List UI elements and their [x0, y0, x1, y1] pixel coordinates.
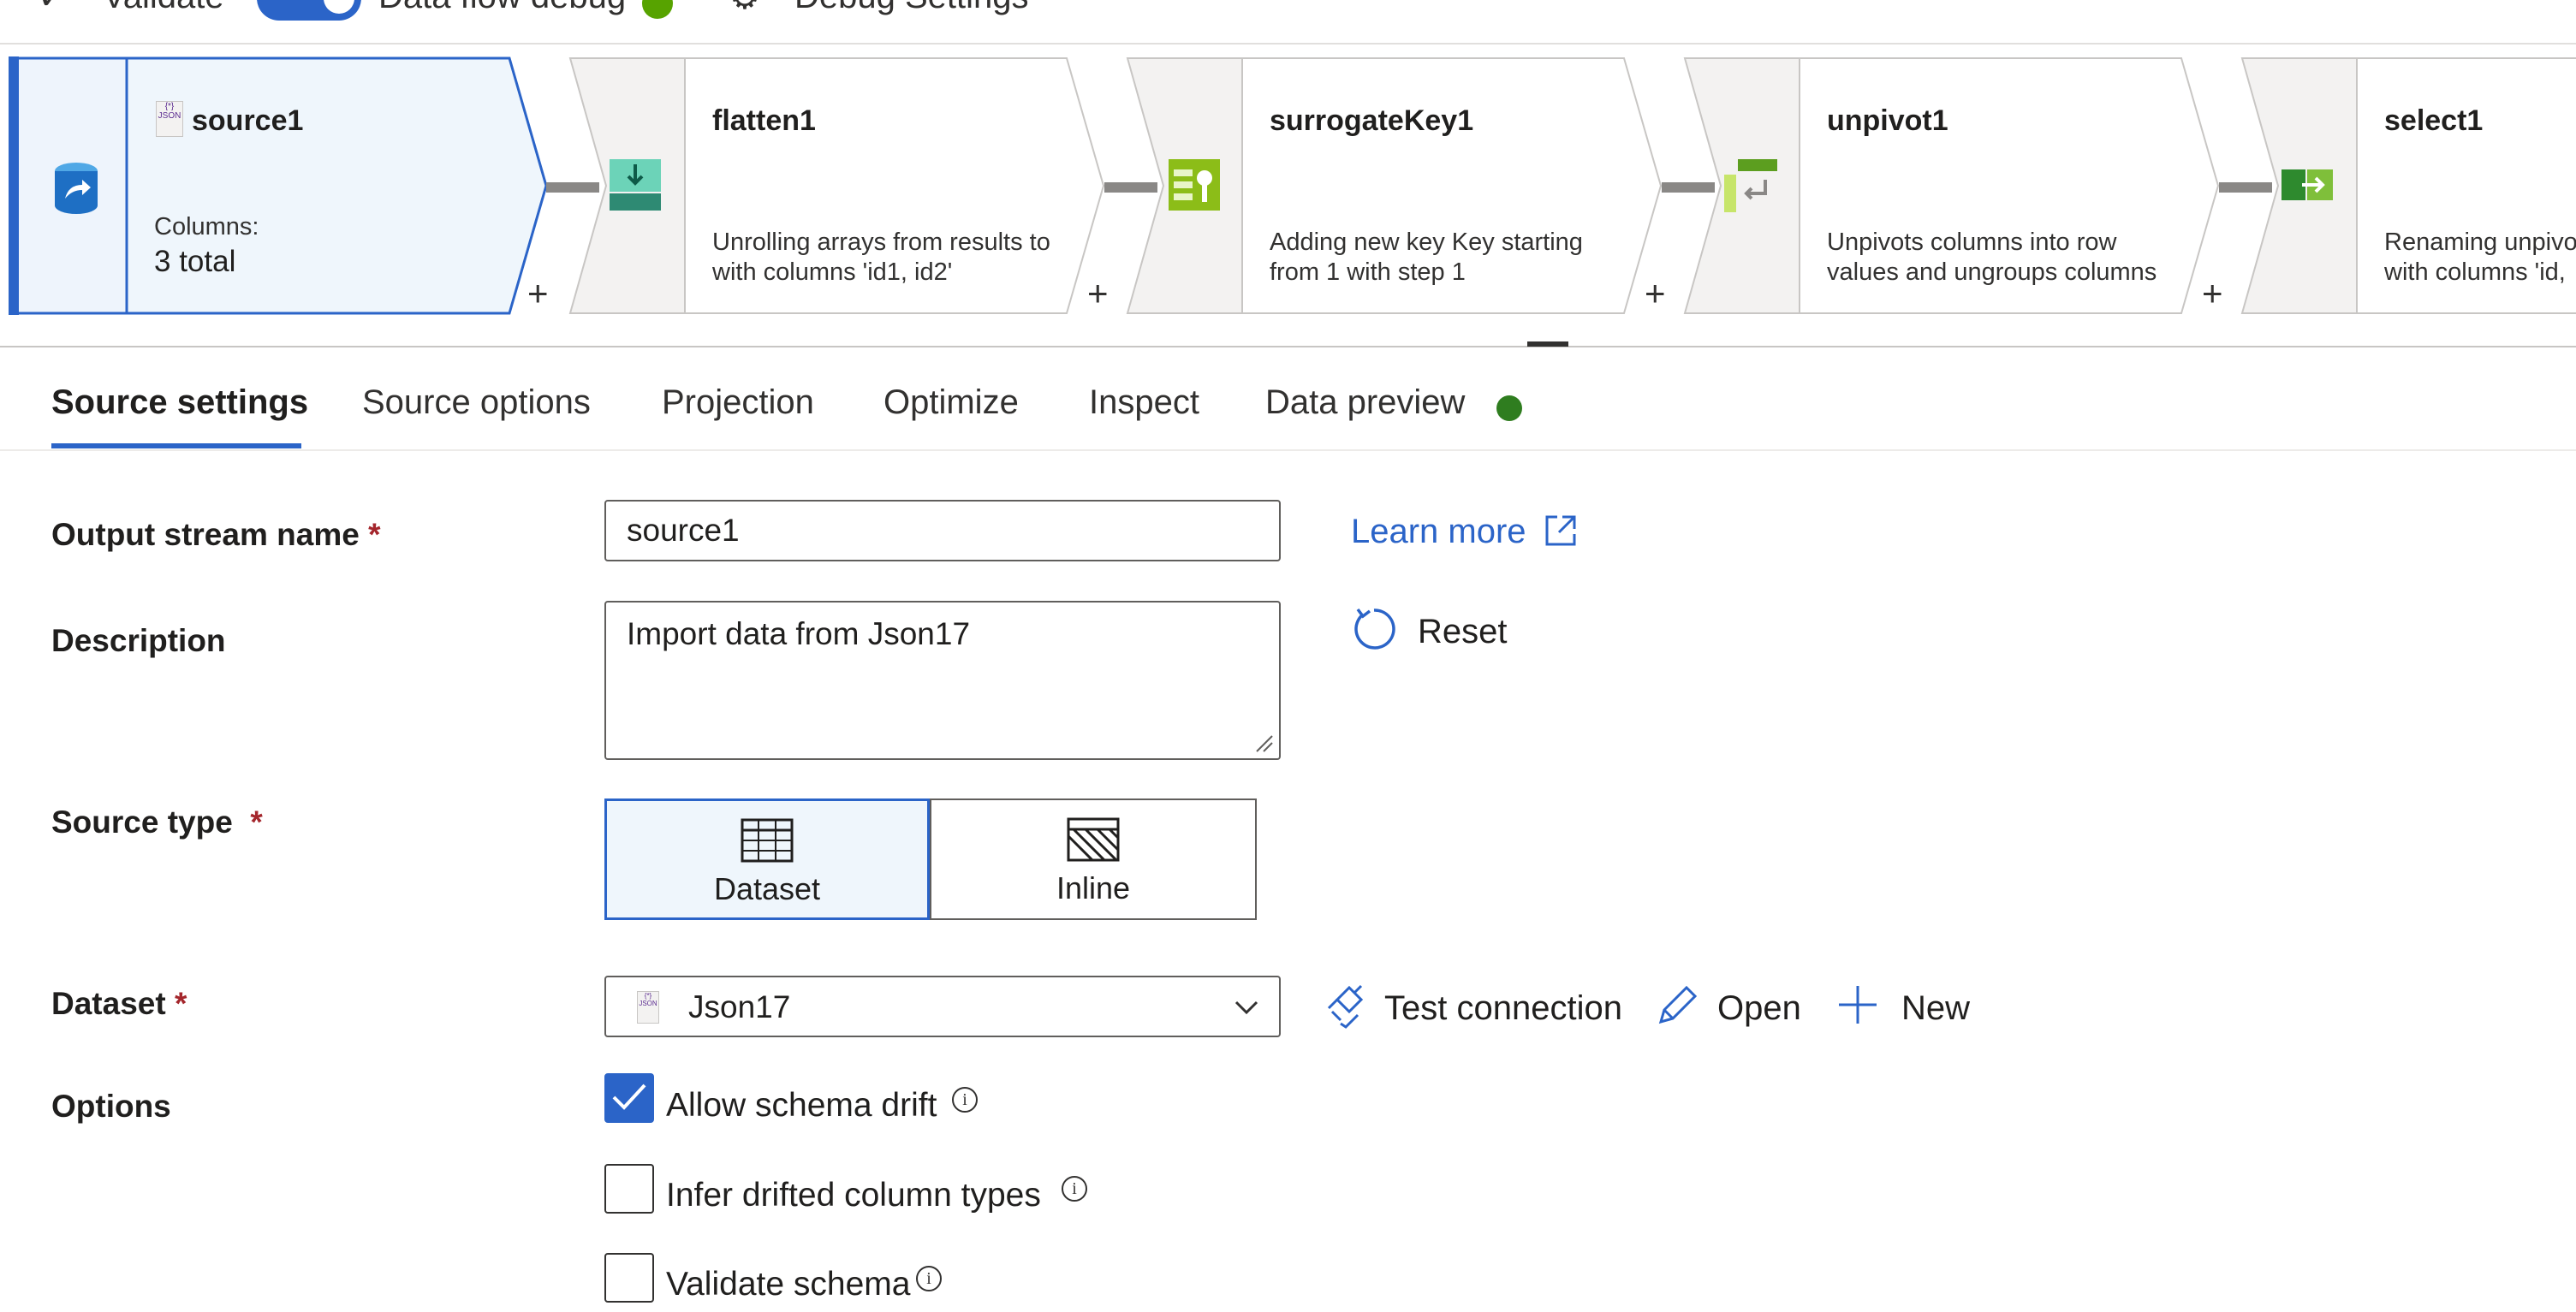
tab-optimize[interactable]: Optimize — [883, 383, 1019, 422]
tabs-divider — [0, 449, 2576, 451]
data-preview-status-icon — [1496, 395, 1522, 421]
node-columns-label: Columns: — [154, 213, 259, 240]
tab-projection[interactable]: Projection — [662, 383, 814, 422]
node-description-line2: values and ungroups columns — [1827, 258, 2157, 286]
pencil-edit-icon — [1658, 985, 1697, 1024]
tab-inspect[interactable]: Inspect — [1089, 383, 1199, 422]
data-flow-canvas: {*} JSON source1 Columns: 3 total + flatt… — [0, 45, 2576, 346]
node-title: surrogateKey1 — [1270, 104, 1474, 137]
node-description-line1: Renaming unpivo — [2384, 229, 2576, 256]
add-transform-button[interactable]: + — [2202, 276, 2223, 312]
json-source-icon: {*} JSON — [156, 101, 183, 137]
active-tab-indicator — [51, 443, 301, 448]
checkmark-icon — [612, 1083, 646, 1110]
output-stream-name-input[interactable] — [604, 500, 1281, 561]
options-label: Options — [51, 1089, 171, 1124]
add-transform-button[interactable]: + — [1087, 276, 1109, 312]
toggle-knob — [324, 0, 354, 14]
inline-hatched-icon — [1067, 817, 1120, 862]
flow-node-source1[interactable]: {*} JSON source1 Columns: 3 total + — [9, 56, 556, 315]
output-stream-name-label: Output stream name * — [51, 517, 381, 552]
infer-drifted-column-types-label: Infer drifted column types — [666, 1177, 1041, 1214]
tab-source-options[interactable]: Source options — [362, 383, 591, 422]
data-flow-debug-label: Data flow debug — [378, 0, 626, 16]
info-icon[interactable]: i — [952, 1087, 978, 1113]
new-dataset-button[interactable]: New — [1901, 989, 1970, 1028]
panel-resize-grip[interactable] — [1527, 341, 1568, 347]
debug-settings-button[interactable]: Debug Settings — [794, 0, 1029, 16]
validate-schema-checkbox[interactable] — [604, 1253, 654, 1303]
test-connection-icon — [1327, 984, 1364, 1029]
table-icon — [741, 818, 794, 863]
dataset-label: Dataset * — [51, 986, 187, 1021]
dataset-dropdown[interactable]: {*} JSON Json17 — [604, 976, 1281, 1037]
source-type-inline-option[interactable]: Inline — [930, 798, 1257, 920]
tab-source-settings[interactable]: Source settings — [51, 383, 308, 422]
allow-schema-drift-label: Allow schema drift — [666, 1087, 937, 1124]
select-icon — [2282, 169, 2333, 200]
dataset-option-label: Dataset — [713, 871, 821, 906]
validate-icon: ✓ — [38, 0, 67, 17]
flow-node-flatten1[interactable]: flatten1 Unrolling arrays from results t… — [568, 56, 1116, 315]
reset-icon — [1354, 608, 1395, 650]
source-type-dataset-option[interactable]: Dataset — [604, 798, 930, 920]
json-dataset-icon: {*} JSON — [637, 991, 659, 1024]
node-title: unpivot1 — [1827, 104, 1948, 137]
flow-node-unpivot1[interactable]: unpivot1 Unpivots columns into row value… — [1683, 56, 2231, 315]
allow-schema-drift-checkbox[interactable] — [604, 1073, 654, 1123]
top-toolbar: ✓ Validate Data flow debug ⚙ Debug Setti… — [0, 0, 2576, 45]
node-title: select1 — [2384, 104, 2484, 137]
description-textarea[interactable]: Import data from Json17 — [604, 601, 1281, 760]
node-description-line1: Unrolling arrays from results to — [712, 229, 1050, 256]
node-description-line2: with columns 'id1, id2' — [712, 258, 953, 286]
debug-status-icon — [642, 0, 673, 19]
database-source-icon — [55, 163, 98, 214]
unpivot-icon — [1724, 159, 1777, 212]
flow-node-select1[interactable]: select1 Renaming unpivo with columns 'id… — [2240, 56, 2576, 315]
validate-button[interactable]: Validate — [103, 0, 224, 16]
flatten-icon — [610, 159, 661, 211]
node-columns-value: 3 total — [154, 245, 236, 278]
surrogate-key-icon — [1169, 159, 1220, 211]
node-title: source1 — [192, 104, 304, 137]
panel-divider — [0, 346, 2576, 347]
node-description-line2: with columns 'id, — [2384, 258, 2566, 286]
tab-data-preview[interactable]: Data preview — [1265, 383, 1465, 422]
source-type-label: Source type * — [51, 804, 263, 840]
node-title: flatten1 — [712, 104, 816, 137]
learn-more-link[interactable]: Learn more — [1351, 513, 1526, 551]
chevron-down-icon — [1234, 1000, 1258, 1015]
reset-button[interactable]: Reset — [1418, 613, 1508, 651]
info-icon[interactable]: i — [916, 1266, 942, 1291]
dataset-selected-value: Json17 — [688, 989, 791, 1024]
debug-settings-icon: ⚙ — [729, 0, 760, 17]
infer-drifted-column-types-checkbox[interactable] — [604, 1164, 654, 1214]
node-description-line1: Adding new key Key starting — [1270, 229, 1583, 256]
validate-schema-label: Validate schema — [666, 1266, 911, 1303]
description-value: Import data from Json17 — [627, 616, 971, 651]
info-icon[interactable]: i — [1062, 1176, 1087, 1202]
plus-icon — [1839, 986, 1877, 1024]
test-connection-button[interactable]: Test connection — [1384, 989, 1622, 1028]
data-flow-debug-toggle[interactable] — [257, 0, 361, 21]
node-description-line1: Unpivots columns into row — [1827, 229, 2117, 256]
flow-node-surrogatekey1[interactable]: surrogateKey1 Adding new key Key startin… — [1126, 56, 1674, 315]
add-transform-button[interactable]: + — [1645, 276, 1666, 312]
node-description-line2: from 1 with step 1 — [1270, 258, 1466, 286]
add-transform-button[interactable]: + — [527, 276, 549, 312]
description-label: Description — [51, 623, 226, 658]
external-link-icon — [1545, 515, 1576, 546]
inline-option-label: Inline — [1056, 870, 1131, 905]
open-dataset-button[interactable]: Open — [1717, 989, 1801, 1028]
resize-handle-icon[interactable] — [1253, 733, 1274, 753]
